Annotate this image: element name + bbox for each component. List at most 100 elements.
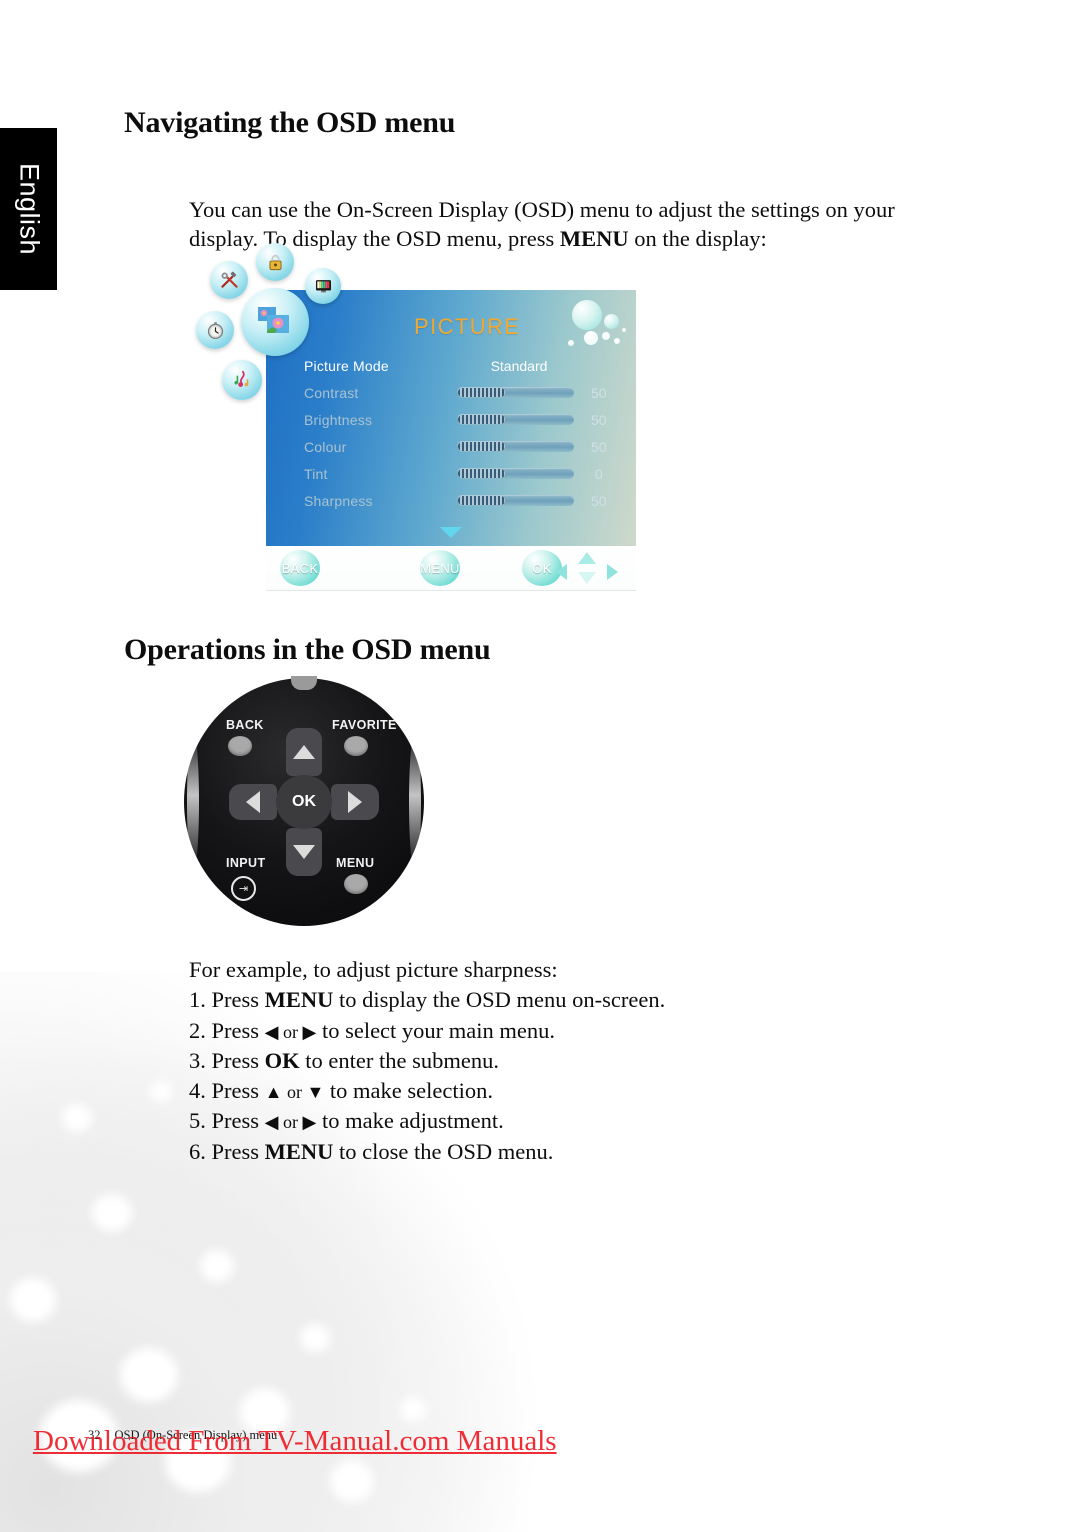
lock-icon: [268, 254, 282, 270]
step-text: to make adjustment.: [316, 1108, 504, 1134]
step-number: 4.: [189, 1078, 212, 1103]
arrow-right-icon: [607, 564, 618, 580]
osd-row-label: Tint: [304, 465, 328, 482]
step-text: Press: [211, 1047, 265, 1073]
step-item: 3. Press OK to enter the submenu.: [189, 1046, 889, 1076]
timer-clock-icon: [207, 321, 223, 339]
menu-icon-timer[interactable]: [196, 311, 234, 349]
menu-icon-picture-selected[interactable]: [241, 288, 309, 356]
osd-row-label: Sharpness: [304, 492, 373, 509]
heading-navigating-osd: Navigating the OSD menu: [124, 106, 456, 139]
osd-title: PICTURE: [414, 314, 521, 339]
osd-button-bar: BACK MENU OK: [266, 546, 636, 591]
step-key-label: MENU: [264, 1138, 334, 1164]
step-item: 1. Press MENU to display the OSD menu on…: [189, 985, 889, 1015]
picture-flowers-icon: [258, 307, 289, 333]
dpad-left-button[interactable]: [229, 784, 277, 820]
steps-list: For example, to adjust picture sharpness…: [189, 955, 889, 1167]
scroll-down-icon: [440, 527, 462, 538]
osd-row[interactable]: Picture Mode Standard: [304, 352, 624, 379]
step-number: 1.: [189, 987, 212, 1013]
menu-icon-lock[interactable]: [256, 243, 294, 281]
osd-slider[interactable]: [457, 495, 574, 506]
arrow-up-icon: [293, 745, 315, 759]
osd-row[interactable]: Sharpness 50: [304, 487, 624, 514]
osd-row[interactable]: Colour 50: [304, 433, 624, 460]
remote-dpad: OK: [229, 728, 379, 876]
osd-slider-fill: [458, 388, 506, 397]
osd-row[interactable]: Contrast 50: [304, 379, 624, 406]
osd-slider[interactable]: [457, 468, 574, 479]
step-item: 2. Press ◀ or ▶ to select your main menu…: [189, 1016, 889, 1046]
remote-menu-button[interactable]: [344, 874, 368, 894]
step-text: to close the OSD menu.: [333, 1138, 554, 1164]
steps-intro: For example, to adjust picture sharpness…: [189, 957, 558, 982]
osd-direction-arrows: [556, 552, 618, 584]
step-number: 5.: [189, 1108, 212, 1134]
tools-icon: [220, 271, 238, 288]
osd-slider[interactable]: [457, 387, 574, 398]
osd-row-label: Brightness: [304, 411, 373, 428]
step-item: 4. Press ▲ or ▼ to make selection.: [189, 1076, 889, 1106]
input-source-icon[interactable]: ⇥: [231, 876, 256, 901]
heading-operations-osd: Operations in the OSD menu: [124, 633, 491, 666]
dpad-ok-button[interactable]: OK: [276, 775, 332, 829]
arrow-down-icon: [293, 845, 315, 859]
dpad-right-button[interactable]: [331, 784, 379, 820]
step-text: Press: [211, 987, 265, 1013]
osd-slider[interactable]: [457, 414, 574, 425]
osd-slider-fill: [458, 442, 506, 451]
remote-control-illustration: BACK FAVORITE INPUT ⇥ MENU OK: [184, 676, 424, 926]
dpad-up-button[interactable]: [286, 728, 322, 776]
step-text: Press: [211, 1017, 265, 1043]
language-tab: English: [0, 128, 57, 290]
arrow-up-icon: [578, 552, 596, 564]
intro-text-part2: on the display:: [628, 226, 767, 252]
osd-row-label: Colour: [304, 438, 347, 455]
watermark: Downloaded From TV-Manual.com Manuals: [33, 1425, 557, 1457]
music-notes-icon: [234, 370, 249, 387]
osd-slider-fill: [458, 496, 506, 505]
language-tab-label: English: [14, 162, 44, 256]
osd-rows: Picture Mode Standard Contrast 50 Brightness…: [304, 352, 624, 514]
step-item: 6. Press MENU to close the OSD menu.: [189, 1137, 889, 1167]
osd-row-value: 50: [590, 438, 607, 455]
osd-slider-fill: [458, 415, 506, 424]
osd-row[interactable]: Tint 0: [304, 460, 624, 487]
step-number: 6.: [189, 1138, 212, 1164]
step-number: 2.: [189, 1017, 212, 1043]
osd-bubbles-decoration: [538, 298, 630, 354]
step-text: to display the OSD menu on-screen.: [333, 987, 666, 1013]
osd-row-label: Picture Mode: [304, 357, 389, 374]
osd-back-button[interactable]: BACK: [280, 550, 320, 586]
remote-right-highlight: [409, 732, 421, 872]
osd-menu-illustration: PICTURE Picture Mode Standard Contrast 50 Br…: [190, 243, 640, 598]
osd-menu-button[interactable]: MENU: [420, 550, 460, 586]
osd-row-value: 50: [590, 411, 607, 428]
osd-slider[interactable]: [457, 441, 574, 452]
step-arrow-keys: ◀ or ▶: [264, 1021, 317, 1042]
arrow-left-icon: [556, 564, 567, 580]
step-number: 3.: [189, 1047, 212, 1073]
remote-top-nub: [291, 676, 317, 690]
step-text: to select your main menu.: [316, 1017, 556, 1043]
menu-icon-tools[interactable]: [210, 261, 248, 299]
osd-panel: PICTURE Picture Mode Standard Contrast 50 Br…: [266, 290, 636, 546]
arrow-left-icon: [246, 791, 260, 813]
step-text: Press: [211, 1138, 265, 1164]
step-arrow-keys: ◀ or ▶: [264, 1112, 317, 1133]
step-text: to make selection.: [324, 1078, 493, 1103]
step-item: 5. Press ◀ or ▶ to make adjustment.: [189, 1106, 889, 1136]
menu-icon-sound[interactable]: [222, 360, 262, 400]
step-text: to enter the submenu.: [299, 1047, 499, 1073]
osd-row-value: 0: [594, 465, 603, 482]
osd-row-value: Standard: [490, 357, 548, 374]
osd-row-label: Contrast: [304, 384, 359, 401]
osd-row[interactable]: Brightness 50: [304, 406, 624, 433]
osd-row-value: 50: [590, 384, 607, 401]
menu-icon-tv[interactable]: [305, 268, 341, 304]
dpad-down-button[interactable]: [286, 828, 322, 876]
step-text: Press: [211, 1078, 265, 1103]
arrow-right-icon: [348, 791, 362, 813]
step-arrow-keys: ▲ or ▼: [264, 1082, 325, 1102]
